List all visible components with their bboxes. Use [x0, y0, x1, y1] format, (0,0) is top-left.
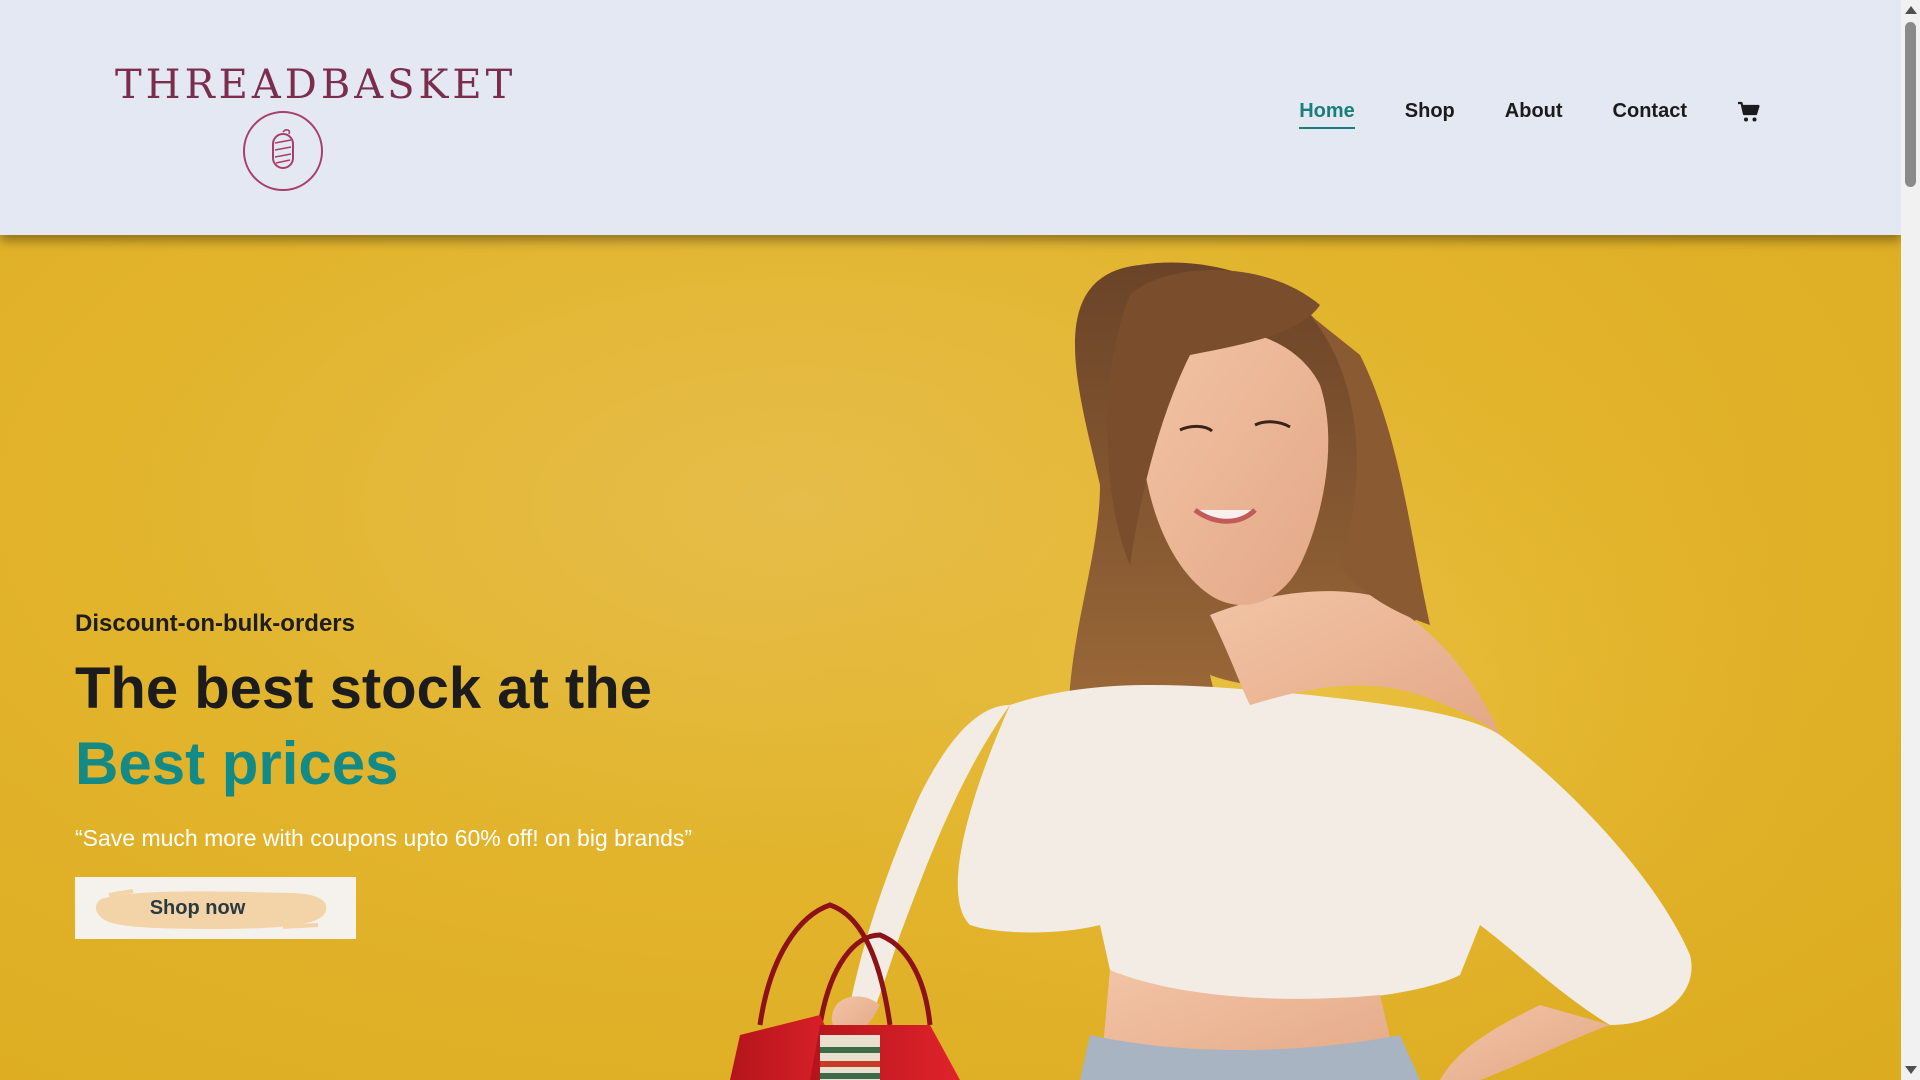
main-nav: Home Shop About Contact	[1299, 100, 1761, 129]
nav-shop[interactable]: Shop	[1405, 100, 1455, 129]
scroll-down-arrow-icon[interactable]	[1905, 1066, 1917, 1074]
nav-contact[interactable]: Contact	[1613, 100, 1687, 129]
hero-tagline: “Save much more with coupons upto 60% of…	[75, 825, 693, 851]
scroll-up-arrow-icon[interactable]	[1905, 6, 1917, 14]
hero-eyebrow: Discount-on-bulk-orders	[75, 610, 355, 637]
scroll-thumb[interactable]	[1905, 22, 1916, 187]
cart-icon[interactable]	[1737, 100, 1761, 124]
brand-name: THREADBASKET	[115, 62, 517, 108]
hero-headline: The best stock at the	[75, 656, 652, 721]
shop-now-label: Shop now	[149, 896, 246, 919]
hero-headline-accent: Best prices	[75, 730, 399, 797]
nav-home[interactable]: Home	[1299, 100, 1355, 129]
shop-now-button[interactable]: Shop now	[75, 877, 356, 939]
page: THREADBASKET Home Shop About Contact Dis…	[0, 0, 1920, 1080]
brand-logo[interactable]: THREADBASKET	[115, 62, 517, 202]
hero-banner: Discount-on-bulk-orders The best stock a…	[0, 235, 1901, 1080]
yarn-ball-icon	[243, 111, 323, 191]
page-scrollbar[interactable]	[1901, 0, 1920, 1080]
nav-about[interactable]: About	[1505, 100, 1563, 129]
site-header: THREADBASKET Home Shop About Contact	[0, 0, 1901, 235]
